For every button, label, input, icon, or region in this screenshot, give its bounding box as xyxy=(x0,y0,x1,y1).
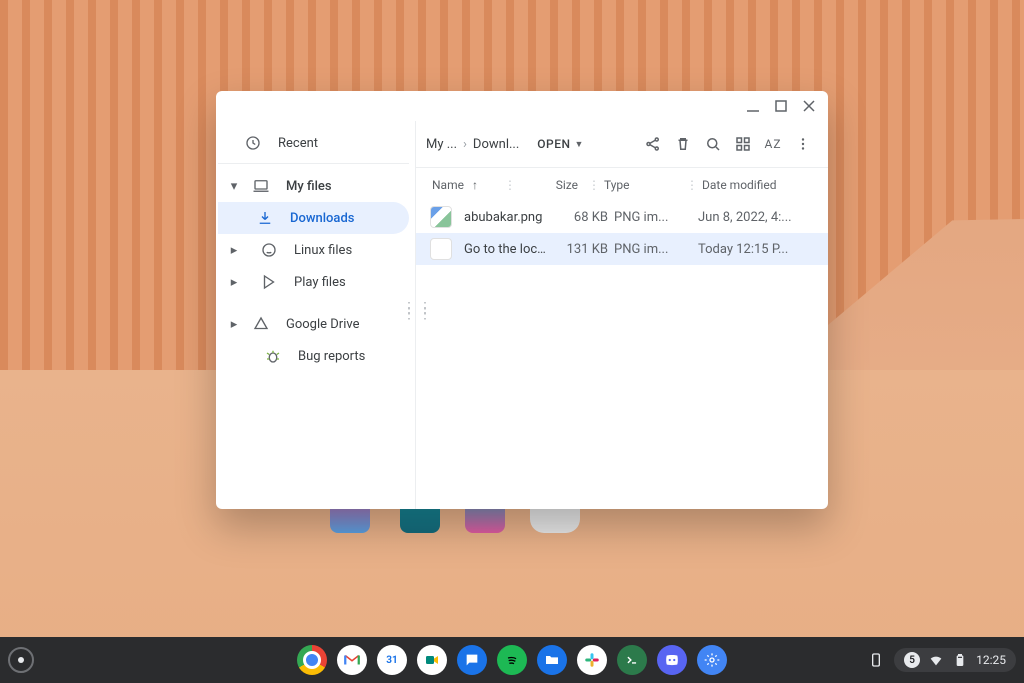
shelf: 31 5 12:25 xyxy=(0,637,1024,683)
download-icon xyxy=(256,209,274,227)
linux-icon xyxy=(260,241,278,259)
notification-count: 5 xyxy=(904,652,920,668)
sidebar-separator xyxy=(218,163,409,164)
sidebar-item-play[interactable]: ▸ Play files xyxy=(218,266,409,298)
app-chrome[interactable] xyxy=(297,645,327,675)
app-gmail[interactable] xyxy=(337,645,367,675)
file-type: PNG im... xyxy=(614,242,698,257)
breadcrumb-downloads[interactable]: Downl... xyxy=(473,137,519,152)
breadcrumb: My ... › Downl... xyxy=(426,137,519,152)
app-discord[interactable] xyxy=(657,645,687,675)
header-size[interactable]: Size xyxy=(520,178,584,192)
file-name: abubakar.png xyxy=(464,210,550,225)
delete-button[interactable] xyxy=(668,129,698,159)
column-resize-handle[interactable]: ⋮ xyxy=(682,178,702,192)
minimize-button[interactable] xyxy=(746,99,760,113)
share-button[interactable] xyxy=(638,129,668,159)
system-tray[interactable]: 5 12:25 xyxy=(868,648,1016,672)
caret-right-icon: ▸ xyxy=(228,317,240,332)
sidebar-item-downloads[interactable]: Downloads xyxy=(218,202,409,234)
file-thumbnail xyxy=(430,238,452,260)
app-settings[interactable] xyxy=(697,645,727,675)
shelf-apps: 31 xyxy=(297,645,727,675)
column-resize-handle[interactable]: ⋮ xyxy=(584,178,604,192)
play-icon xyxy=(260,273,278,291)
file-date: Jun 8, 2022, 4:... xyxy=(698,210,812,225)
sidebar-item-label: Google Drive xyxy=(286,317,359,332)
launcher-button[interactable] xyxy=(8,647,34,673)
chevron-right-icon: › xyxy=(463,137,467,152)
app-messages[interactable] xyxy=(457,645,487,675)
close-button[interactable] xyxy=(802,99,816,113)
app-meet[interactable] xyxy=(417,645,447,675)
clock: 12:25 xyxy=(976,653,1006,667)
grid-view-button[interactable] xyxy=(728,129,758,159)
file-row[interactable]: Go to the location of the file you... 13… xyxy=(416,233,828,265)
drive-icon xyxy=(252,315,270,333)
files-app-window: Recent ▾ My files Downloads ▸ Linux file… xyxy=(216,91,828,509)
clock-icon xyxy=(244,134,262,152)
open-menu-button[interactable]: OPEN ▼ xyxy=(537,137,584,151)
file-type: PNG im... xyxy=(614,210,698,225)
sidebar-item-label: Play files xyxy=(294,275,346,290)
app-spotify[interactable] xyxy=(497,645,527,675)
maximize-button[interactable] xyxy=(774,99,788,113)
sidebar-item-label: Linux files xyxy=(294,243,352,258)
file-name: Go to the location of the file you... xyxy=(464,242,550,257)
dropdown-icon: ▼ xyxy=(574,139,583,150)
breadcrumb-myfiles[interactable]: My ... xyxy=(426,137,457,152)
sidebar-item-label: Bug reports xyxy=(298,349,365,364)
app-calendar[interactable]: 31 xyxy=(377,645,407,675)
sort-button[interactable]: AZ xyxy=(758,129,788,159)
laptop-icon xyxy=(252,177,270,195)
sidebar-item-drive[interactable]: ▸ Google Drive xyxy=(218,308,409,340)
header-type[interactable]: Type xyxy=(604,178,682,192)
bug-icon xyxy=(264,347,282,365)
battery-icon xyxy=(952,652,968,668)
file-size: 68 KB xyxy=(550,210,614,225)
search-button[interactable] xyxy=(698,129,728,159)
window-titlebar xyxy=(216,91,828,121)
column-resize-handle[interactable]: ⋮ xyxy=(500,178,520,192)
column-headers: Name ↑ ⋮ Size ⋮ Type ⋮ Date modified xyxy=(416,167,828,201)
open-label: OPEN xyxy=(537,137,570,151)
app-slack[interactable] xyxy=(577,645,607,675)
caret-right-icon: ▸ xyxy=(228,275,240,290)
sort-asc-icon: ↑ xyxy=(472,178,478,192)
app-files[interactable] xyxy=(537,645,567,675)
sidebar-item-bugreports[interactable]: Bug reports xyxy=(218,340,409,372)
phone-hub-icon[interactable] xyxy=(868,652,884,668)
sidebar-item-linux[interactable]: ▸ Linux files xyxy=(218,234,409,266)
sidebar-item-label: My files xyxy=(286,179,332,194)
file-list: abubakar.png 68 KB PNG im... Jun 8, 2022… xyxy=(416,201,828,265)
toolbar: My ... › Downl... OPEN ▼ AZ xyxy=(416,121,828,167)
status-pill[interactable]: 5 12:25 xyxy=(894,648,1016,672)
caret-down-icon: ▾ xyxy=(228,179,240,194)
file-date: Today 12:15 P... xyxy=(698,242,812,257)
sidebar-item-recent[interactable]: Recent xyxy=(218,127,409,159)
sidebar-item-label: Recent xyxy=(278,136,318,151)
more-menu-button[interactable] xyxy=(788,129,818,159)
caret-right-icon: ▸ xyxy=(228,243,240,258)
sidebar-item-label: Downloads xyxy=(290,211,354,226)
file-size: 131 KB xyxy=(550,242,614,257)
wifi-icon xyxy=(928,652,944,668)
sidebar-item-myfiles[interactable]: ▾ My files xyxy=(218,170,409,202)
app-terminal[interactable] xyxy=(617,645,647,675)
main-panel: ⋮⋮⋮⋮ My ... › Downl... OPEN ▼ AZ xyxy=(416,121,828,509)
header-date[interactable]: Date modified xyxy=(702,178,812,192)
sidebar: Recent ▾ My files Downloads ▸ Linux file… xyxy=(216,121,416,509)
sidebar-resize-handle[interactable]: ⋮⋮⋮⋮ xyxy=(402,305,434,317)
file-row[interactable]: abubakar.png 68 KB PNG im... Jun 8, 2022… xyxy=(416,201,828,233)
file-thumbnail xyxy=(430,206,452,228)
header-name[interactable]: Name xyxy=(432,178,464,192)
